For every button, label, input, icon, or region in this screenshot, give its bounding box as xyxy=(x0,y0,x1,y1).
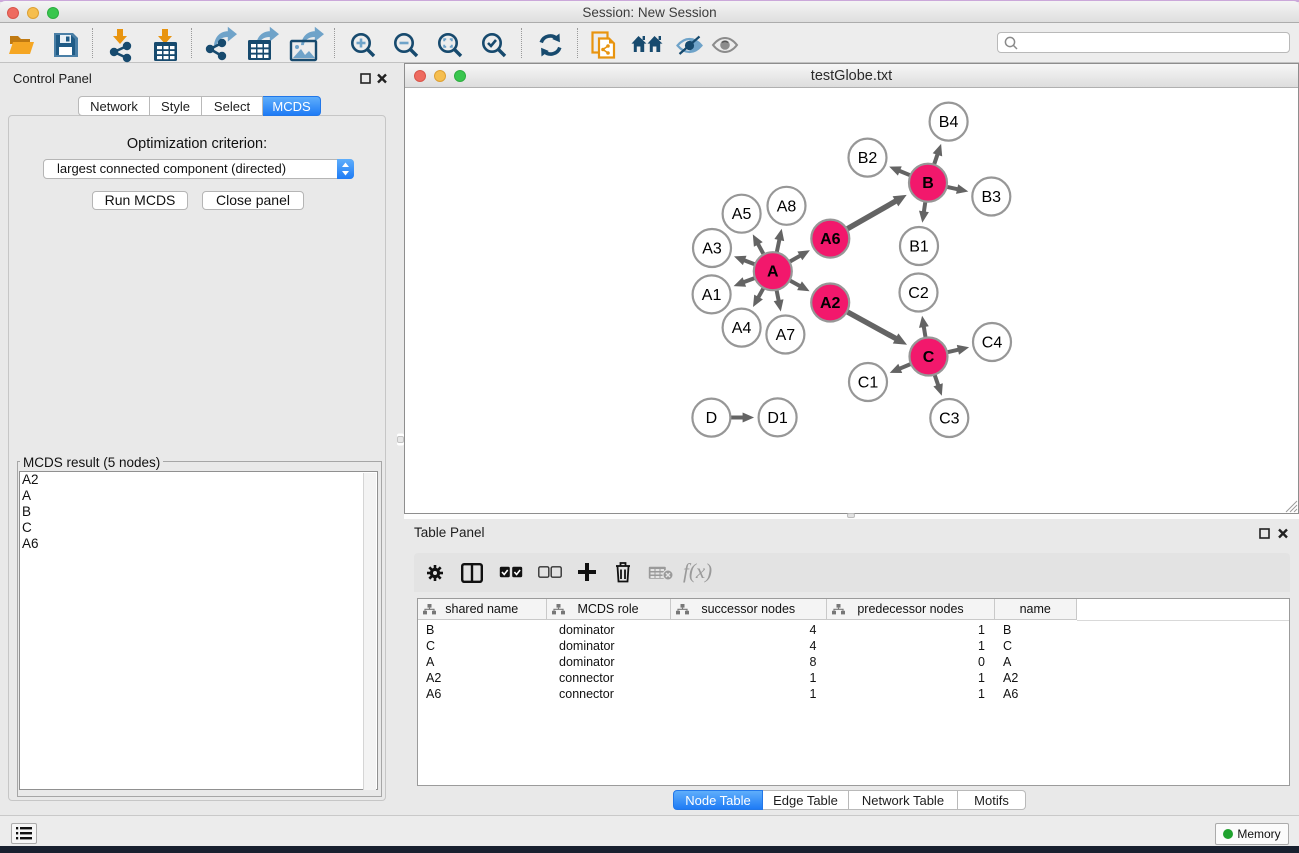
svg-text:C1: C1 xyxy=(858,375,879,392)
svg-text:C: C xyxy=(923,349,935,366)
svg-text:D: D xyxy=(706,410,718,427)
svg-text:A5: A5 xyxy=(732,206,752,223)
svg-text:A2: A2 xyxy=(820,295,841,312)
svg-text:C4: C4 xyxy=(982,335,1003,352)
svg-text:C3: C3 xyxy=(939,411,960,428)
svg-text:B4: B4 xyxy=(939,114,959,131)
svg-text:B3: B3 xyxy=(982,189,1002,206)
svg-text:B2: B2 xyxy=(858,150,878,167)
svg-text:A1: A1 xyxy=(702,287,722,304)
svg-text:A4: A4 xyxy=(732,320,752,337)
svg-text:B: B xyxy=(922,175,934,192)
svg-text:A3: A3 xyxy=(702,241,722,258)
svg-text:A6: A6 xyxy=(820,231,841,248)
svg-text:B1: B1 xyxy=(909,239,929,256)
svg-text:A: A xyxy=(767,264,779,281)
svg-text:C2: C2 xyxy=(908,285,929,302)
svg-text:A7: A7 xyxy=(776,327,796,344)
svg-text:A8: A8 xyxy=(777,198,797,215)
svg-text:D1: D1 xyxy=(767,410,788,427)
